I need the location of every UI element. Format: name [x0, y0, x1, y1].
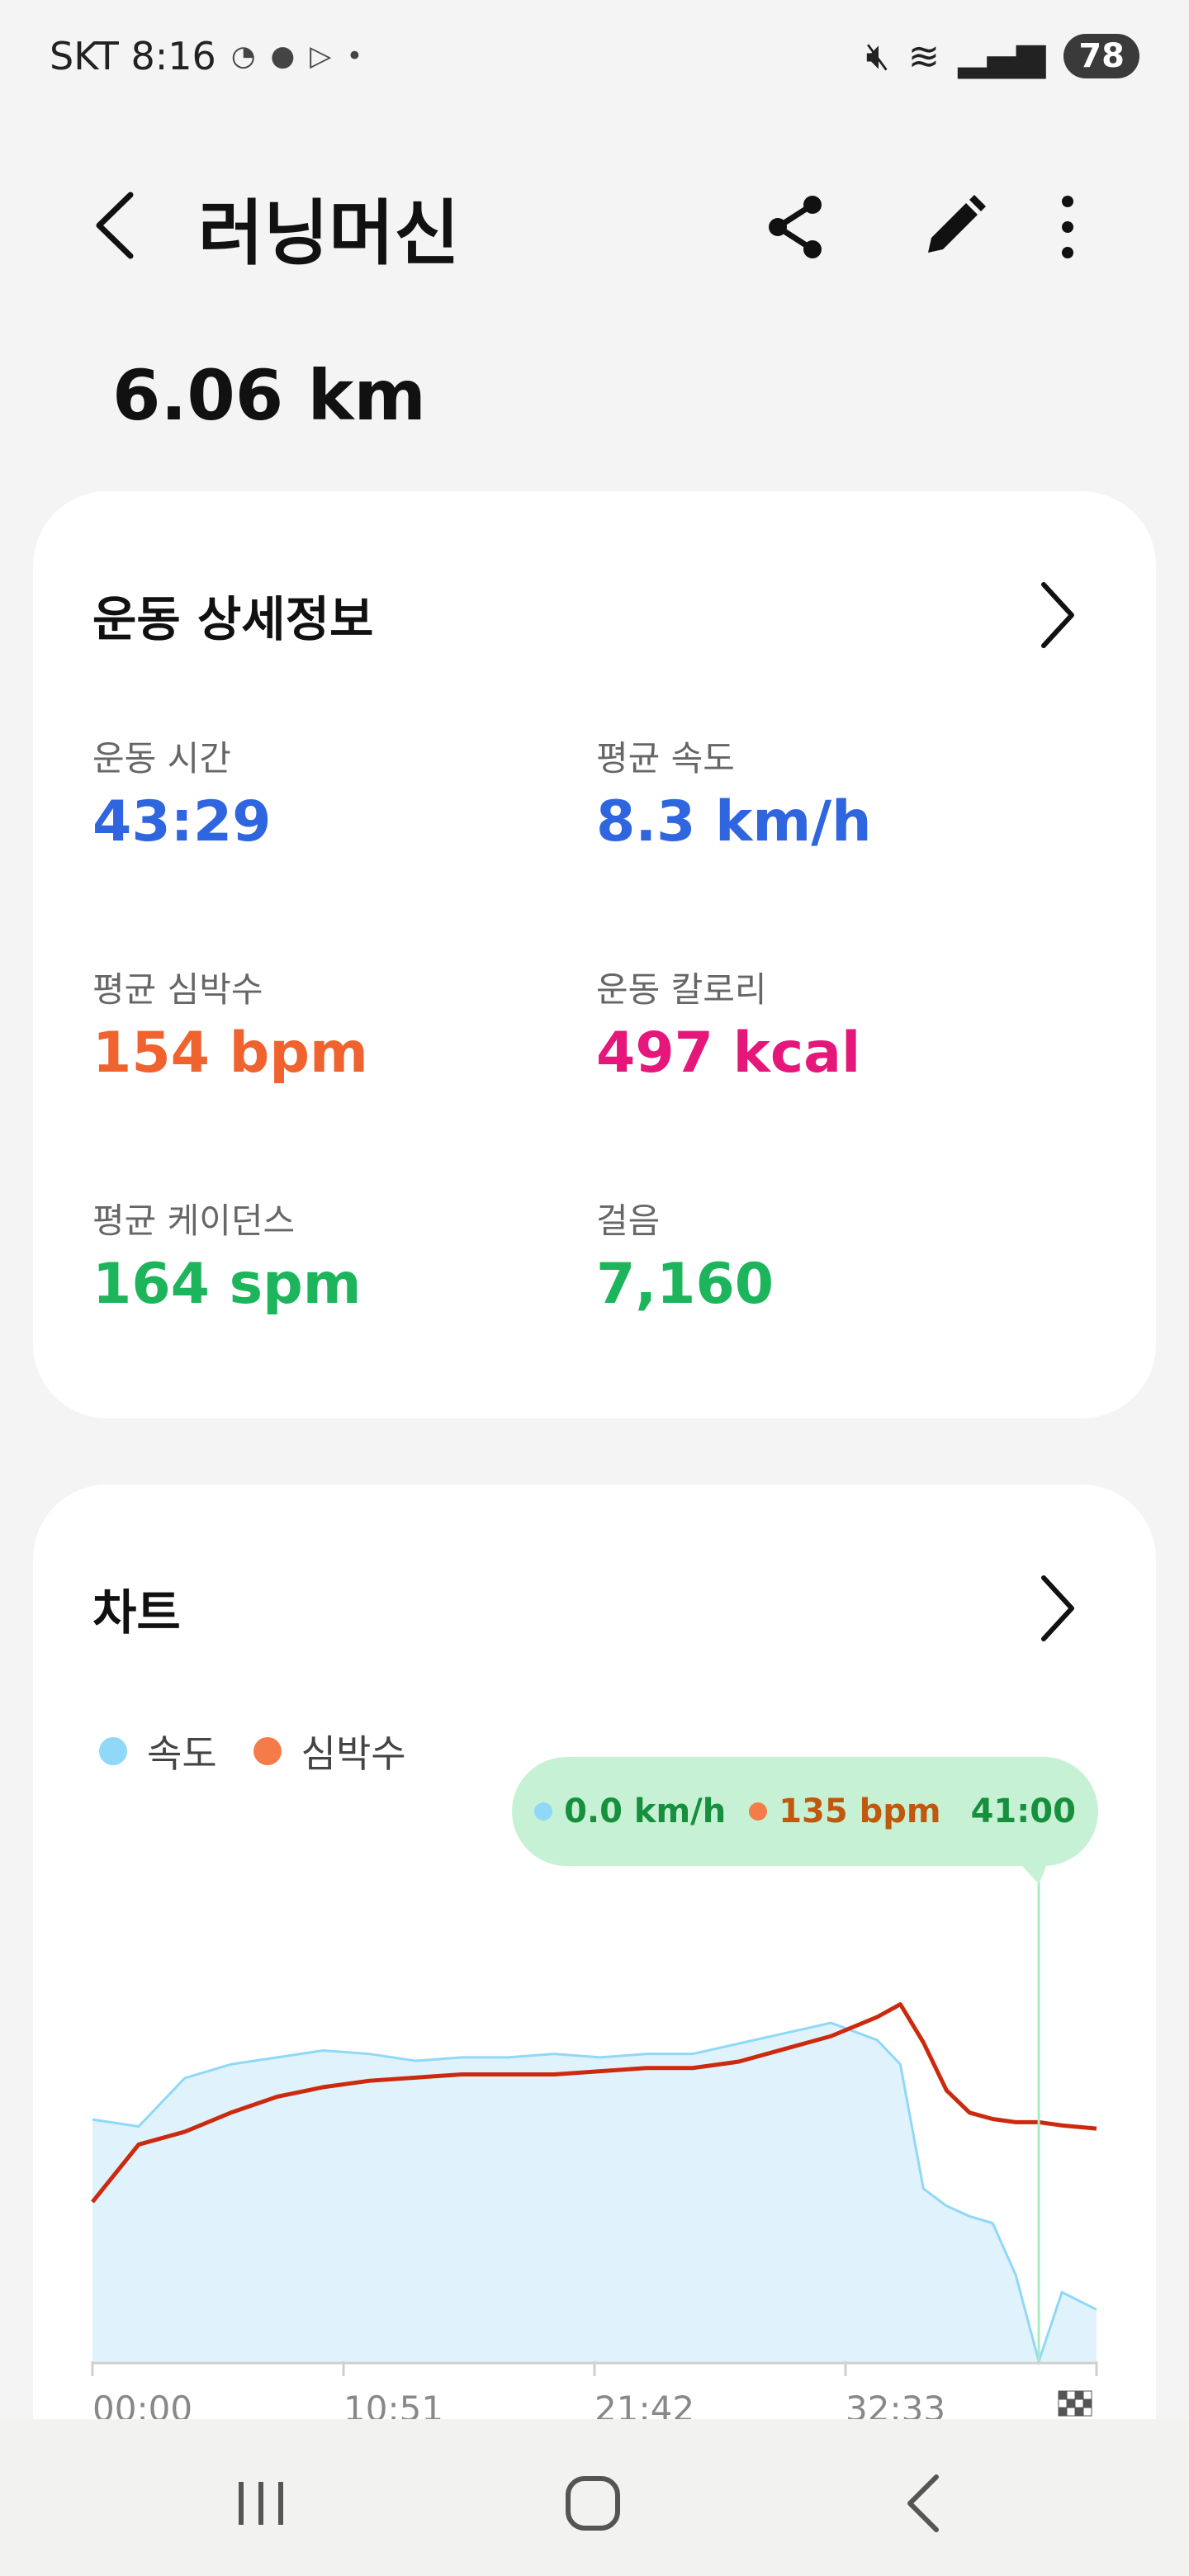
stat-unit: kcal [732, 1020, 861, 1086]
details-card-title: 운동 상세정보 [92, 591, 374, 647]
finish-flag-icon [1074, 2398, 1084, 2408]
app-header: 러닝머신 [0, 165, 1189, 289]
tooltip-pointer [1021, 1864, 1048, 1884]
bank-app-icon: ◔ [230, 40, 256, 73]
stat-number: 7,160 [596, 1252, 775, 1317]
speed-heart-rate-chart[interactable]: 00:00 10:51 21:42 32:33 [33, 1485, 1156, 2558]
finish-flag-icon [1058, 2407, 1068, 2417]
stat-value: 497 kcal [596, 1020, 860, 1086]
stat-avg-speed: 평균 속도 8.3 km/h [596, 731, 871, 855]
finish-flag-icon [1066, 2398, 1076, 2408]
finish-flag-icon [1082, 2407, 1092, 2417]
tooltip-speed: 0.0 km/h [564, 1792, 727, 1830]
stat-label: 걸음 [596, 1200, 661, 1241]
signal-icon: ▂▄▆ [958, 34, 1046, 78]
system-nav-bar [0, 2419, 1189, 2576]
mute-icon: 🔇︎ [865, 33, 890, 78]
workout-details-card[interactable]: 운동 상세정보 운동 시간 43:29 평균 속도 8.3 km/h 평균 심박… [33, 491, 1156, 1418]
finish-flag-icon [1058, 2390, 1068, 2400]
notification-dot-icon: • [346, 40, 363, 73]
edit-pencil-icon[interactable] [917, 190, 991, 264]
stat-number: 497 [596, 1020, 713, 1086]
finish-flag-icon [1082, 2390, 1092, 2400]
chart-tooltip: 0.0 km/h 135 bpm 41:00 [512, 1757, 1098, 1866]
total-distance: 6.06 km [112, 355, 426, 436]
chevron-right-icon[interactable] [1032, 578, 1082, 652]
finish-flag-icon [1082, 2398, 1092, 2408]
stat-steps: 걸음 7,160 [596, 1193, 774, 1317]
status-left: SKT 8:16 ◔ ● ▷ • [50, 34, 362, 78]
share-icon[interactable] [758, 190, 832, 264]
page-title: 러닝머신 [198, 192, 460, 275]
wifi-icon: ≋ [907, 34, 940, 78]
stat-value: 7,160 [596, 1252, 774, 1317]
stat-unit: bpm [229, 1020, 368, 1086]
status-right: 🔇︎ ≋ ▂▄▆ 78 [866, 33, 1139, 79]
tooltip-time: 41:00 [970, 1792, 1076, 1830]
chart-card[interactable]: 차트 속도 심박수 00:00 10:51 21:42 32:33 0.0 km/h … [33, 1485, 1156, 2558]
battery-indicator: 78 [1063, 34, 1139, 78]
stat-unit: spm [229, 1252, 362, 1317]
stat-unit: km/h [715, 789, 872, 855]
back-nav-icon[interactable] [883, 2462, 966, 2545]
finish-flag-icon [1066, 2407, 1076, 2417]
stat-number: 154 [92, 1020, 210, 1086]
play-store-icon: ▷ [310, 40, 332, 73]
stat-number: 8.3 [596, 789, 696, 855]
stat-duration: 운동 시간 43:29 [92, 731, 271, 855]
stat-label: 평균 심박수 [92, 969, 263, 1010]
stat-label: 평균 케이던스 [92, 1200, 296, 1241]
back-arrow-icon[interactable] [83, 188, 149, 263]
finish-flag-icon [1058, 2398, 1068, 2408]
stat-value: 43:29 [92, 789, 271, 855]
more-options-icon[interactable] [1039, 190, 1097, 264]
stat-number: 164 [92, 1252, 210, 1317]
finish-flag-icon [1074, 2390, 1084, 2400]
tooltip-hr-dot [749, 1802, 768, 1821]
stat-value: 8.3 km/h [596, 789, 871, 855]
recent-apps-icon[interactable] [220, 2462, 302, 2545]
stat-calories: 운동 칼로리 497 kcal [596, 962, 860, 1086]
home-icon[interactable] [552, 2462, 634, 2545]
talk-icon: ● [270, 40, 296, 73]
tooltip-speed-dot [534, 1802, 553, 1821]
status-bar: SKT 8:16 ◔ ● ▷ • 🔇︎ ≋ ▂▄▆ 78 [0, 0, 1189, 112]
stat-label: 운동 시간 [92, 738, 231, 779]
stat-number: 43:29 [92, 789, 272, 855]
stat-avg-heart-rate: 평균 심박수 154 bpm [92, 962, 368, 1086]
carrier-time: SKT 8:16 [50, 34, 216, 78]
stat-value: 154 bpm [92, 1020, 368, 1086]
tooltip-heart-rate: 135 bpm [779, 1792, 941, 1830]
finish-flag-icon [1066, 2390, 1076, 2400]
stat-label: 운동 칼로리 [596, 969, 767, 1010]
stat-value: 164 spm [92, 1252, 362, 1317]
finish-flag-icon [1074, 2407, 1084, 2417]
stat-label: 평균 속도 [596, 738, 735, 779]
stat-avg-cadence: 평균 케이던스 164 spm [92, 1193, 362, 1317]
